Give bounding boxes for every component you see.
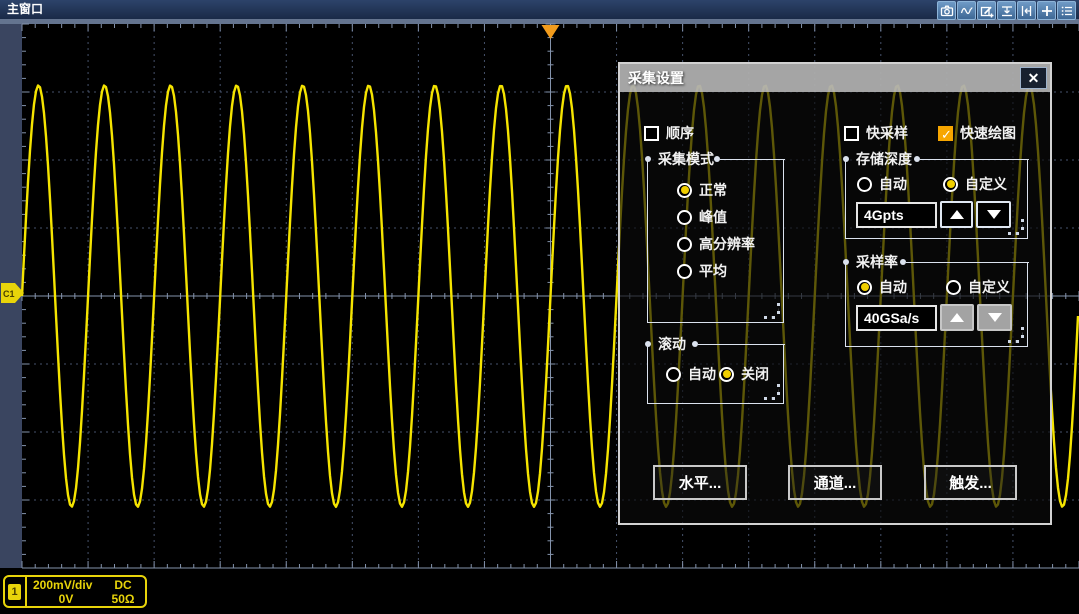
roll-group: 滚动 自动 关闭 [647, 345, 784, 404]
signal-path-icon [960, 4, 974, 18]
measure-vertical-button[interactable] [1017, 1, 1036, 20]
radio-icon [677, 237, 692, 252]
channel-coupling: DC [101, 578, 145, 592]
window-title: 主窗口 [7, 2, 43, 16]
up-arrow-icon [950, 210, 964, 219]
fast-draw-checkbox[interactable]: 快速绘图 [938, 123, 1016, 143]
resize-grip [764, 316, 775, 319]
acq-mode-group-title: 采集模式 [658, 149, 714, 169]
radio-peak[interactable]: 峰值 [677, 207, 727, 227]
radio-selected-icon [677, 183, 692, 198]
radio-selected-icon [943, 177, 958, 192]
measure-vertical-icon [1020, 4, 1034, 18]
radio-depth-auto[interactable]: 自动 [857, 174, 907, 194]
memory-depth-group-title: 存储深度 [856, 149, 912, 169]
menu-list-button[interactable] [1057, 1, 1076, 20]
trigger-button[interactable]: 触发... [924, 465, 1017, 500]
signal-path-button[interactable] [957, 1, 976, 20]
sequence-label: 顺序 [666, 123, 694, 143]
down-arrow-icon [988, 313, 1002, 322]
resize-grip [777, 384, 780, 395]
channel1-info: 200mV/div DC 0V 50Ω [27, 578, 145, 606]
radio-rate-custom[interactable]: 自定义 [946, 277, 1010, 297]
checkbox-icon [844, 126, 859, 141]
radio-roll-auto[interactable]: 自动 [666, 364, 716, 384]
resize-grip [764, 397, 775, 400]
depth-increase-button[interactable] [940, 201, 973, 228]
rate-decrease-button[interactable] [977, 304, 1012, 331]
radio-depth-custom[interactable]: 自定义 [943, 174, 1007, 194]
dialog-title[interactable]: 采集设置 [620, 64, 1050, 92]
close-icon: ✕ [1028, 70, 1040, 87]
channel-offset: 0V [31, 592, 101, 606]
trigger-position-marker[interactable] [542, 25, 560, 39]
oscilloscope-main-window: 主窗口 [0, 0, 1079, 614]
down-arrow-icon [987, 210, 1001, 219]
annotate-add-icon [980, 4, 994, 18]
resize-grip [1008, 340, 1019, 343]
fast-draw-label: 快速绘图 [960, 123, 1016, 143]
fast-acquire-checkbox[interactable]: 快采样 [844, 123, 908, 143]
sample-rate-input[interactable]: 40GSa/s [856, 305, 937, 331]
fast-acquire-label: 快采样 [866, 123, 908, 143]
radio-icon [857, 177, 872, 192]
resize-grip [1008, 232, 1019, 235]
close-button[interactable]: ✕ [1020, 67, 1047, 89]
sample-rate-group-title: 采样率 [856, 252, 898, 272]
camera-icon [940, 4, 954, 18]
measure-horizontal-button[interactable] [997, 1, 1016, 20]
channel-marker-label: C1 [3, 289, 15, 299]
acquisition-settings-dialog: 采集设置 ✕ 顺序 快采样 快速绘图 采集模式 正常 [618, 62, 1052, 525]
up-arrow-icon [950, 313, 964, 322]
toolbar [937, 1, 1076, 20]
channel-scale: 200mV/div [31, 578, 101, 592]
measure-horizontal-icon [1000, 4, 1014, 18]
roll-group-title: 滚动 [658, 334, 686, 354]
radio-selected-icon [857, 280, 872, 295]
radio-rate-auto[interactable]: 自动 [857, 277, 907, 297]
memory-depth-input[interactable]: 4Gpts [856, 202, 937, 228]
acq-mode-group: 采集模式 正常 峰值 高分辨率 平均 [647, 160, 784, 323]
screenshot-button[interactable] [937, 1, 956, 20]
channel1-status-box[interactable]: 1 200mV/div DC 0V 50Ω [3, 575, 147, 608]
radio-icon [677, 264, 692, 279]
radio-high-resolution[interactable]: 高分辨率 [677, 234, 755, 254]
channel1-badge: 1 [8, 584, 21, 600]
checkbox-checked-icon [938, 126, 953, 141]
horizontal-button[interactable]: 水平... [653, 465, 747, 500]
radio-selected-icon [719, 367, 734, 382]
radio-icon [677, 210, 692, 225]
memory-depth-group: 存储深度 自动 自定义 4Gpts [845, 160, 1028, 239]
radio-roll-off[interactable]: 关闭 [719, 364, 769, 384]
add-icon [1040, 4, 1054, 18]
resize-grip [1021, 327, 1024, 338]
radio-icon [946, 280, 961, 295]
depth-decrease-button[interactable] [976, 201, 1011, 228]
radio-icon [666, 367, 681, 382]
window-titlebar: 主窗口 [0, 0, 1079, 19]
annotate-add-button[interactable] [977, 1, 996, 20]
sample-rate-group: 采样率 自动 自定义 40GSa/s [845, 263, 1028, 347]
checkbox-icon [644, 126, 659, 141]
resize-grip [777, 303, 780, 314]
channel-button[interactable]: 通道... [788, 465, 882, 500]
add-button[interactable] [1037, 1, 1056, 20]
channel-impedance: 50Ω [101, 592, 145, 606]
radio-normal[interactable]: 正常 [677, 180, 727, 200]
sequence-checkbox[interactable]: 顺序 [644, 123, 694, 143]
menu-list-icon [1060, 4, 1074, 18]
radio-average[interactable]: 平均 [677, 261, 727, 281]
resize-grip [1021, 219, 1024, 230]
rate-increase-button[interactable] [940, 304, 974, 331]
